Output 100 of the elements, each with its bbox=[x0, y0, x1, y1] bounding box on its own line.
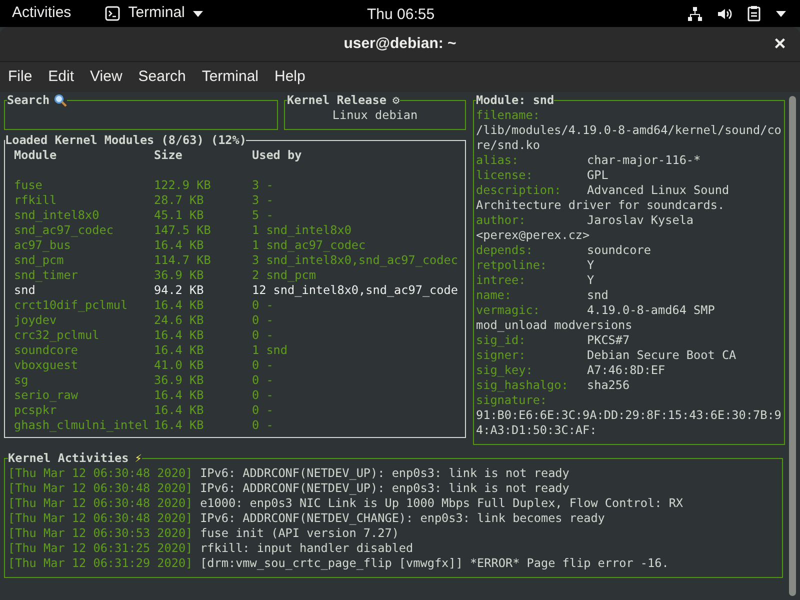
table-cell-text: 94.2 KB bbox=[154, 283, 205, 298]
table-cell-text: snd_pcm bbox=[14, 253, 65, 268]
column-header: Used by bbox=[252, 148, 302, 163]
table-row[interactable]: snd_intel8x0 45.1 KB 5 - bbox=[14, 208, 465, 223]
table-cell-text: 28.7 KB bbox=[154, 193, 205, 208]
field-label: filename: bbox=[476, 108, 540, 123]
table-row[interactable]: serio_raw 16.4 KB 0 - bbox=[14, 388, 465, 403]
table-row[interactable]: soundcore 16.4 KB 1 snd bbox=[14, 343, 465, 358]
table-row[interactable]: crc32_pclmul 16.4 KB 0 - bbox=[14, 328, 465, 343]
panel-title: Kernel Activities bbox=[8, 451, 129, 466]
table-cell-text: serio_raw bbox=[14, 388, 79, 403]
table-cell: 12 snd_intel8x0,snd_ac97_code bbox=[252, 283, 458, 298]
field-label: retpoline: bbox=[476, 258, 548, 273]
log-message: IPv6: ADDRCONF(NETDEV_UP): enp0s3: link is not ready bbox=[200, 481, 570, 496]
table-cell: 0 - bbox=[252, 403, 274, 418]
table-cell-text: 16.4 KB bbox=[154, 298, 205, 313]
table-cell-text: crct10dif_pclmul bbox=[14, 298, 129, 313]
field-value: sha256 bbox=[587, 378, 630, 393]
table-cell-text: 36.9 KB bbox=[154, 373, 205, 388]
clipboard-icon[interactable] bbox=[747, 5, 762, 22]
table-cell-text: 16.4 KB bbox=[154, 328, 205, 343]
menu-item[interactable]: File bbox=[4, 66, 36, 88]
table-row[interactable]: fuse 122.9 KB 3 - bbox=[14, 178, 465, 193]
field-value: Jaroslav Kysela bbox=[587, 213, 694, 228]
panel-title: Module: snd bbox=[476, 93, 554, 107]
field-value: re/snd.ko bbox=[476, 138, 541, 153]
menu-item[interactable]: Search bbox=[134, 66, 190, 88]
search-field[interactable]: Search bbox=[4, 93, 278, 130]
menu-item[interactable]: Edit bbox=[44, 66, 78, 88]
field-value: 91:B0:E6:6E:3C:9A:DD:29:8F:15:43:6E:30:7B:9 bbox=[476, 408, 782, 423]
table-cell-text: snd_intel8x0 bbox=[14, 208, 100, 223]
table-cell-text: 45.1 KB bbox=[154, 208, 205, 223]
field-label: sig_hashalgo: bbox=[476, 378, 570, 393]
table-row[interactable]: rfkill 28.7 KB 3 - bbox=[14, 193, 465, 208]
table-row[interactable]: joydev 24.6 KB 0 - bbox=[14, 313, 465, 328]
activities-button[interactable]: Activities bbox=[12, 2, 72, 25]
field-label: vermagic: bbox=[476, 303, 541, 318]
table-row[interactable]: pcspkr 16.4 KB 0 - bbox=[14, 403, 465, 418]
table-cell: 0 - bbox=[252, 313, 274, 328]
log-timestamp: [Thu Mar 12 06:31:25 2020] bbox=[8, 541, 193, 556]
table-row[interactable]: vboxguest 41.0 KB 0 - bbox=[14, 358, 465, 373]
table-cell-text: snd bbox=[14, 283, 36, 298]
menu-item[interactable]: View bbox=[86, 66, 126, 88]
table-row[interactable]: snd_pcm 114.7 KB 3 snd_intel8x0,snd_ac97_codec bbox=[14, 253, 465, 268]
field-label: signer: bbox=[476, 348, 527, 363]
table-row[interactable]: ghash_clmulni_intel 16.4 KB 0 - bbox=[14, 418, 465, 433]
log-timestamp: [Thu Mar 12 06:30:48 2020] bbox=[8, 466, 193, 481]
menu-item[interactable]: Terminal bbox=[198, 66, 262, 88]
field-label: signature: bbox=[476, 393, 548, 408]
log-message: rfkill: input handler disabled bbox=[200, 541, 414, 556]
field-label: depends: bbox=[476, 243, 534, 258]
field-value: mod_unload modversions bbox=[476, 318, 634, 333]
table-row[interactable]: ac97_bus 16.4 KB 1 snd_ac97_codec bbox=[14, 238, 465, 253]
table-cell-text: 41.0 KB bbox=[154, 358, 205, 373]
gear-icon: ⚙ bbox=[392, 93, 400, 108]
field-value: Advanced Linux Sound bbox=[587, 183, 730, 198]
table-cell: 3 - bbox=[252, 178, 274, 193]
field-value: Debian Secure Boot CA bbox=[587, 348, 736, 363]
network-icon[interactable] bbox=[687, 6, 703, 22]
caret-icon[interactable] bbox=[776, 10, 786, 16]
table-cell: 1 snd_ac97_codec bbox=[252, 238, 366, 253]
table-cell-text: 24.6 KB bbox=[154, 313, 205, 328]
table-cell-text: 16.4 KB bbox=[154, 238, 205, 253]
field-label: description: bbox=[476, 183, 562, 198]
table-cell-text: 147.5 KB bbox=[154, 223, 212, 238]
table-row[interactable]: snd 94.2 KB 12 snd_intel8x0,snd_ac97_code bbox=[14, 283, 465, 298]
log-message: [drm:vmw_sou_crtc_page_flip [vmwgfx]] *ERROR* Page flip error -16. bbox=[200, 556, 669, 571]
table-cell-text: ac97_bus bbox=[14, 238, 72, 253]
field-value: Y bbox=[587, 258, 594, 273]
field-label: sig_key: bbox=[476, 363, 534, 378]
table-cell-text: pcspkr bbox=[14, 403, 58, 418]
field-value: PKCS#7 bbox=[587, 333, 630, 348]
table-row[interactable]: sg 36.9 KB 0 - bbox=[14, 373, 465, 388]
table-cell-text: crc32_pclmul bbox=[14, 328, 100, 343]
table-row[interactable]: snd_ac97_codec 147.5 KB 1 snd_intel8x0 bbox=[14, 223, 465, 238]
field-value: 4:A3:D1:50:3C:AF: bbox=[476, 423, 598, 438]
table-cell-text: joydev bbox=[14, 313, 58, 328]
clock[interactable]: Thu 06:55 bbox=[367, 4, 435, 26]
field-value: /lib/modules/4.19.0-8-amd64/kernel/sound/co bbox=[476, 123, 782, 138]
field-value: char-major-116-* bbox=[587, 153, 701, 168]
field-label: name: bbox=[476, 288, 513, 303]
log-message: e1000: enp0s3 NIC Link is Up 1000 Mbps Full Duplex, Flow Control: RX bbox=[200, 496, 684, 511]
table-cell: 1 snd bbox=[252, 343, 288, 358]
app-menu-label[interactable]: Terminal bbox=[128, 2, 185, 25]
table-row[interactable]: crct10dif_pclmul 16.4 KB 0 - bbox=[14, 298, 465, 313]
table-cell: 2 snd_pcm bbox=[252, 268, 316, 283]
menu-item[interactable]: Help bbox=[270, 66, 310, 88]
table-cell-text: 16.4 KB bbox=[154, 343, 205, 358]
close-button[interactable]: × bbox=[770, 34, 790, 54]
table-cell: 0 - bbox=[252, 418, 274, 433]
panel-title: Loaded Kernel Modules (8/63) (12%) bbox=[5, 133, 246, 147]
column-header: Size bbox=[154, 148, 184, 163]
app-menu[interactable]: Terminal bbox=[105, 2, 203, 25]
table-cell-text: soundcore bbox=[14, 343, 79, 358]
field-value: <perex@perex.cz> bbox=[476, 228, 591, 243]
field-label: intree: bbox=[476, 273, 527, 288]
field-value: Architecture driver for soundcards. bbox=[476, 198, 726, 213]
scrollbar[interactable] bbox=[789, 96, 796, 596]
table-row[interactable]: snd_timer 36.9 KB 2 snd_pcm bbox=[14, 268, 465, 283]
log-timestamp: [Thu Mar 12 06:30:48 2020] bbox=[8, 511, 193, 526]
